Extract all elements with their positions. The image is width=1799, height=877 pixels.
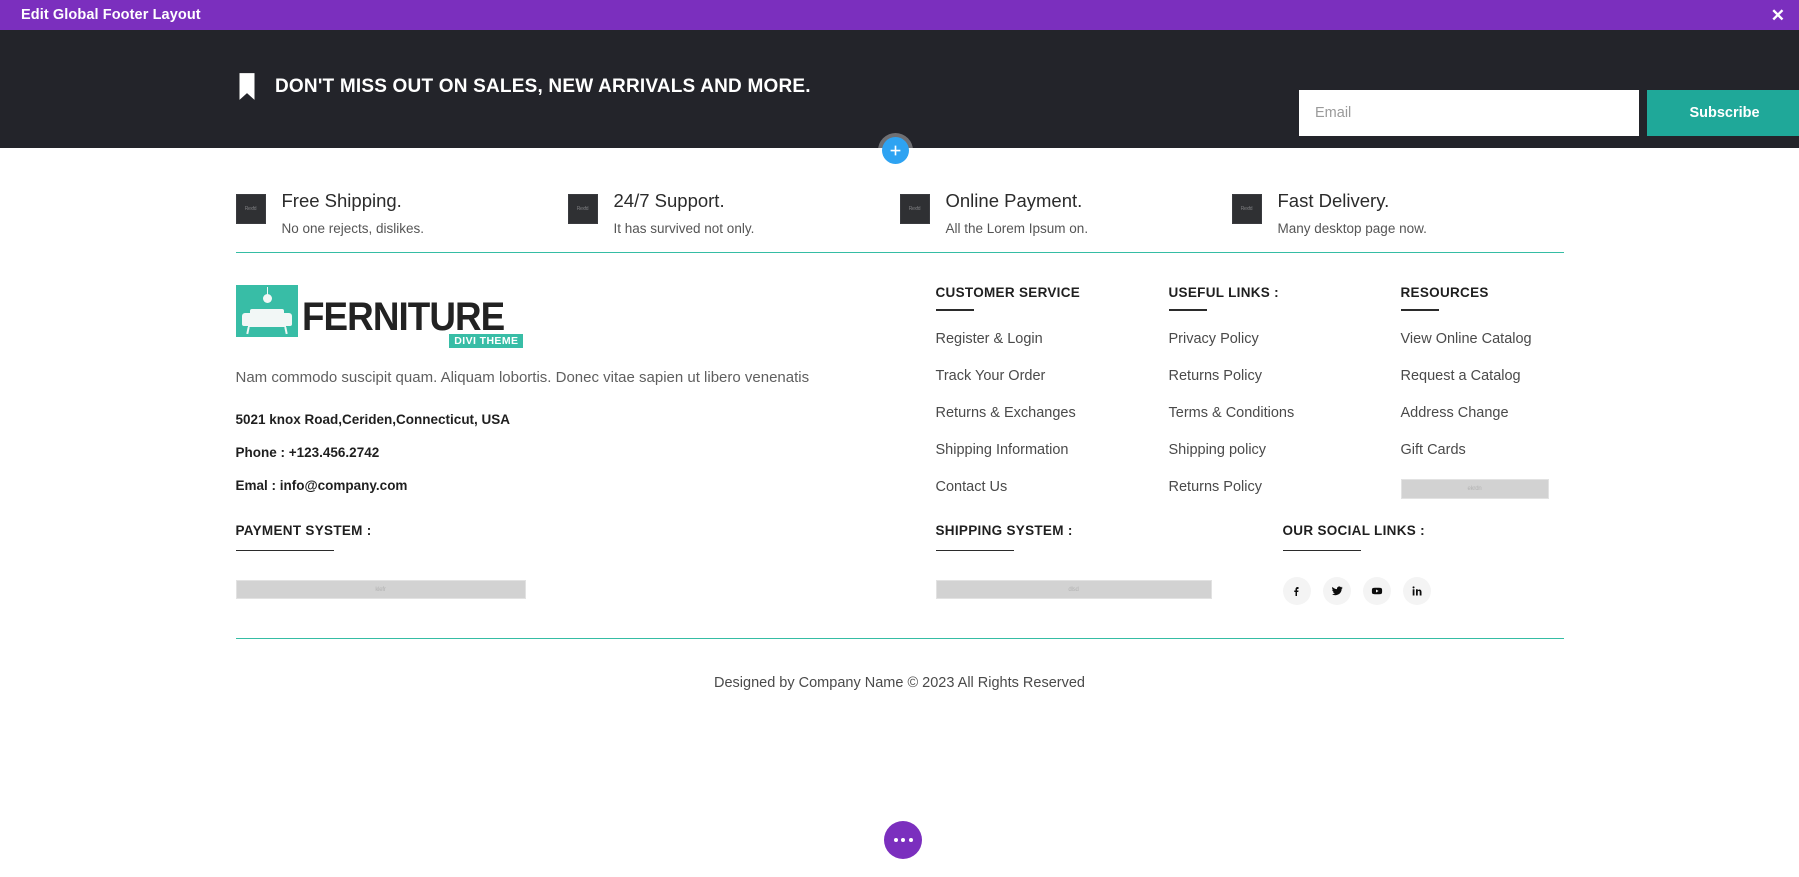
placeholder-text: klefr — [375, 587, 385, 593]
footer-link[interactable]: Shipping policy — [1169, 442, 1295, 458]
section-heading: SHIPPING SYSTEM : — [936, 523, 1212, 538]
footer-link[interactable]: Address Change — [1401, 405, 1549, 421]
image-placeholder-bar: ekrdn — [1401, 479, 1549, 499]
footer-link[interactable]: Terms & Conditions — [1169, 405, 1295, 421]
image-placeholder-icon: Rexfd — [1232, 194, 1262, 224]
feature-subtitle: All the Lorem Ipsum on. — [946, 221, 1089, 236]
editor-title: Edit Global Footer Layout — [21, 7, 201, 23]
shipping-system-column: SHIPPING SYSTEM : dlsd — [936, 523, 1212, 599]
section-heading: OUR SOCIAL LINKS : — [1283, 523, 1431, 538]
social-link-linkedin[interactable] — [1403, 577, 1431, 605]
placeholder-text: Rexfd — [245, 206, 257, 212]
column-heading: RESOURCES — [1401, 285, 1549, 300]
logo: FERNITURE DIVI THEME — [236, 285, 836, 337]
social-links-column: OUR SOCIAL LINKS : — [1283, 523, 1431, 605]
dot — [909, 838, 913, 842]
image-placeholder-icon: Rexfd — [900, 194, 930, 224]
contact-info: 5021 knox Road,Ceriden,Connecticut, USA … — [236, 412, 836, 493]
placeholder-text: dlsd — [1068, 587, 1078, 593]
systems-row: PAYMENT SYSTEM : klefr SHIPPING SYSTEM :… — [236, 523, 1564, 638]
link-column-resources: RESOURCES View Online Catalog Request a … — [1401, 285, 1549, 499]
youtube-icon — [1371, 585, 1383, 597]
footer-link[interactable]: Track Your Order — [936, 368, 1081, 384]
footer-link[interactable]: Privacy Policy — [1169, 331, 1295, 347]
link-column-useful-links: USEFUL LINKS : Privacy Policy Returns Po… — [1169, 285, 1295, 516]
brand-description: Nam commodo suscipit quam. Aliquam lobor… — [236, 366, 831, 390]
column-heading: CUSTOMER SERVICE — [936, 285, 1081, 300]
heading-rule — [236, 550, 334, 551]
social-link-facebook[interactable] — [1283, 577, 1311, 605]
facebook-icon — [1291, 585, 1303, 597]
subscribe-button[interactable]: Subscribe — [1647, 90, 1799, 136]
placeholder-text: Rexfd — [1241, 206, 1253, 212]
heading-rule — [936, 309, 974, 311]
social-link-youtube[interactable] — [1363, 577, 1391, 605]
dot — [901, 838, 905, 842]
email-input[interactable] — [1299, 90, 1639, 136]
feature-item: Rexfd Online Payment. All the Lorem Ipsu… — [900, 190, 1232, 252]
phone-line: Phone : +123.456.2742 — [236, 445, 836, 460]
heading-rule — [1401, 309, 1439, 311]
footer-link[interactable]: Returns Policy — [1169, 368, 1295, 384]
linkedin-icon — [1411, 585, 1423, 597]
feature-subtitle: Many desktop page now. — [1278, 221, 1427, 236]
heading-rule — [936, 550, 1014, 551]
feature-row: Rexfd Free Shipping. No one rejects, dis… — [236, 148, 1564, 252]
feature-item: Rexfd Free Shipping. No one rejects, dis… — [236, 190, 568, 252]
column-heading: USEFUL LINKS : — [1169, 285, 1295, 300]
social-link-twitter[interactable] — [1323, 577, 1351, 605]
placeholder-text: Rexfd — [577, 206, 589, 212]
feature-item: Rexfd Fast Delivery. Many desktop page n… — [1232, 190, 1564, 252]
heading-rule — [1169, 309, 1207, 311]
payment-system-column: PAYMENT SYSTEM : klefr — [236, 523, 526, 599]
footer-link[interactable]: Gift Cards — [1401, 442, 1549, 458]
image-placeholder-icon: Rexfd — [236, 194, 266, 224]
page-settings-fab[interactable] — [884, 821, 922, 859]
feature-subtitle: It has survived not only. — [614, 221, 755, 236]
footer-link[interactable]: Returns Policy — [1169, 479, 1295, 495]
footer-columns: FERNITURE DIVI THEME Nam commodo suscipi… — [236, 253, 1564, 523]
footer-link[interactable]: Returns & Exchanges — [936, 405, 1081, 421]
logo-badge: DIVI THEME — [449, 334, 523, 348]
image-placeholder-icon: Rexfd — [568, 194, 598, 224]
footer-link[interactable]: Register & Login — [936, 331, 1081, 347]
copyright-text: Designed by Company Name © 2023 All Righ… — [0, 639, 1799, 691]
footer-link[interactable]: View Online Catalog — [1401, 331, 1549, 347]
image-placeholder-bar: dlsd — [936, 580, 1212, 599]
footer-content: Rexfd Free Shipping. No one rejects, dis… — [0, 148, 1799, 691]
heading-rule — [1283, 550, 1361, 551]
logo-wordmark: FERNITURE — [302, 297, 504, 337]
email-line: Emal : info@company.com — [236, 478, 836, 493]
editor-top-bar: Edit Global Footer Layout ✕ — [0, 0, 1799, 30]
footer-link[interactable]: Request a Catalog — [1401, 368, 1549, 384]
footer-link[interactable]: Contact Us — [936, 479, 1081, 495]
feature-title: Fast Delivery. — [1278, 190, 1427, 212]
subscribe-headline: DON'T MISS OUT ON SALES, NEW ARRIVALS AN… — [275, 76, 811, 98]
bookmark-icon — [237, 73, 257, 100]
placeholder-text: Rexfd — [909, 206, 921, 212]
twitter-icon — [1331, 585, 1343, 597]
footer-link[interactable]: Shipping Information — [936, 442, 1081, 458]
image-placeholder-bar: klefr — [236, 580, 526, 599]
close-icon[interactable]: ✕ — [1771, 7, 1785, 24]
subscribe-bar: DON'T MISS OUT ON SALES, NEW ARRIVALS AN… — [0, 30, 1799, 148]
brand-column: FERNITURE DIVI THEME Nam commodo suscipi… — [236, 285, 836, 511]
feature-item: Rexfd 24/7 Support. It has survived not … — [568, 190, 900, 252]
feature-subtitle: No one rejects, dislikes. — [282, 221, 425, 236]
address-line: 5021 knox Road,Ceriden,Connecticut, USA — [236, 412, 836, 427]
link-column-customer-service: CUSTOMER SERVICE Register & Login Track … — [936, 285, 1081, 516]
feature-title: Online Payment. — [946, 190, 1089, 212]
section-heading: PAYMENT SYSTEM : — [236, 523, 526, 538]
subscribe-headline-group: DON'T MISS OUT ON SALES, NEW ARRIVALS AN… — [237, 73, 811, 100]
dot — [894, 838, 898, 842]
sofa-logo-icon — [236, 285, 298, 337]
placeholder-text: ekrdn — [1467, 486, 1481, 492]
feature-title: 24/7 Support. — [614, 190, 755, 212]
feature-title: Free Shipping. — [282, 190, 425, 212]
